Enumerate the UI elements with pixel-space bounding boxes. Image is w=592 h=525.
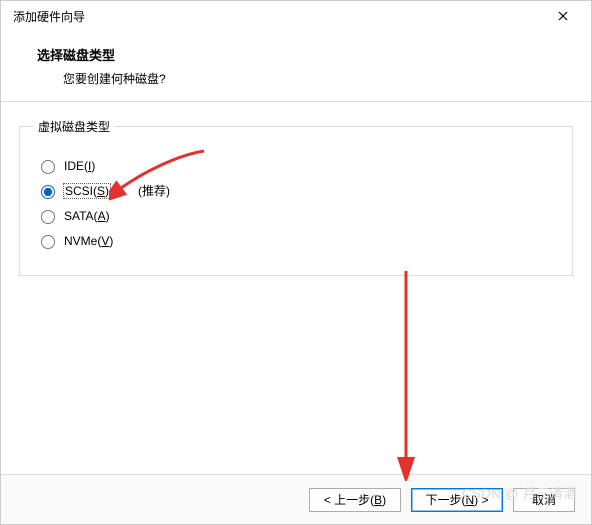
radio-scsi[interactable]: SCSI(S) (推荐): [36, 182, 558, 199]
window-title: 添加硬件向导: [13, 8, 85, 25]
page-heading: 选择磁盘类型: [37, 45, 581, 64]
recommended-tag: (推荐): [138, 182, 170, 199]
page-subtext: 您要创建何种磁盘?: [63, 70, 581, 87]
radio-nvme-input[interactable]: [41, 235, 55, 249]
cancel-button[interactable]: 取消: [513, 488, 575, 512]
radio-scsi-label: SCSI(S): [64, 184, 110, 198]
radio-ide-label: IDE(I): [64, 159, 95, 173]
radio-sata-label: SATA(A): [64, 209, 110, 223]
radio-ide-input[interactable]: [41, 160, 55, 174]
radio-nvme[interactable]: NVMe(V): [36, 232, 558, 249]
group-legend: 虚拟磁盘类型: [34, 118, 114, 135]
radio-nvme-label: NVMe(V): [64, 234, 113, 248]
back-button[interactable]: < 上一步(B): [309, 488, 401, 512]
radio-sata[interactable]: SATA(A): [36, 207, 558, 224]
radio-sata-input[interactable]: [41, 210, 55, 224]
close-icon: [558, 9, 568, 24]
radio-scsi-input[interactable]: [41, 185, 55, 199]
next-button[interactable]: 下一步(N) >: [411, 488, 503, 512]
close-button[interactable]: [543, 2, 583, 30]
disk-type-group: 虚拟磁盘类型 IDE(I) SCSI(S) (推荐) SATA(A) NVMe(…: [19, 118, 573, 276]
annotation-arrow-next: [391, 271, 421, 481]
radio-ide[interactable]: IDE(I): [36, 157, 558, 174]
